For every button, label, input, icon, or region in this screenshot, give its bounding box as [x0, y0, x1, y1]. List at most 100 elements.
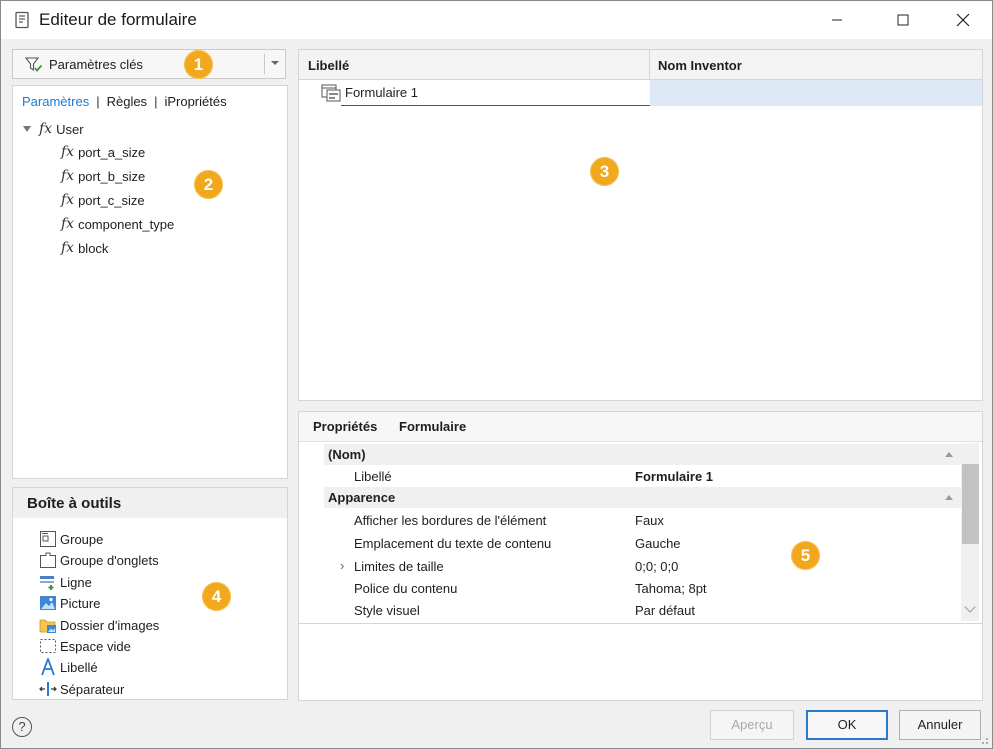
callout-badge-3: 3 [590, 157, 619, 186]
toolbox-panel: Boîte à outils Groupe Groupe d'onglets L… [12, 487, 288, 700]
column-header-nom-inventor[interactable]: Nom Inventor [658, 58, 742, 73]
callout-badge-5: 5 [791, 541, 820, 570]
column-divider [649, 50, 650, 79]
property-name: Libellé [354, 469, 392, 484]
tool-libelle[interactable]: Libellé [39, 658, 98, 676]
tab-regles[interactable]: Règles [107, 94, 147, 109]
tree-item[interactable]: fx component_type [61, 216, 174, 232]
scroll-down-icon[interactable] [964, 601, 976, 613]
property-name: Emplacement du texte de contenu [354, 536, 552, 551]
tab-divider: | [154, 94, 158, 109]
tool-ligne[interactable]: Ligne [39, 573, 92, 591]
title-bar: Editeur de formulaire [1, 1, 992, 39]
function-icon: fx [39, 121, 53, 137]
controls-grid: Libellé Nom Inventor Formulaire 1 [298, 49, 983, 401]
property-name: Police du contenu [354, 581, 458, 596]
property-value[interactable]: Faux [635, 513, 664, 528]
ok-button[interactable]: OK [806, 710, 888, 740]
tree-item-label: port_a_size [78, 144, 146, 160]
category-nom[interactable]: (Nom) [324, 444, 961, 465]
cancel-button[interactable]: Annuler [899, 710, 981, 740]
tool-dossier-images[interactable]: Dossier d'images [39, 616, 159, 634]
function-icon: fx [61, 168, 75, 184]
function-icon: fx [61, 216, 75, 232]
tool-label: Espace vide [60, 638, 131, 654]
maximize-button[interactable] [880, 1, 926, 39]
collapse-icon[interactable] [945, 452, 953, 457]
category-label: (Nom) [328, 447, 366, 462]
tree-item[interactable]: fx block [61, 240, 108, 256]
resize-grip-icon[interactable] [979, 735, 989, 745]
filter-icon [25, 57, 43, 72]
property-row[interactable]: › Limites de taille 0;0; 0;0 [324, 555, 961, 577]
property-value[interactable]: Formulaire 1 [635, 469, 713, 484]
property-row[interactable]: Style visuel Par défaut [324, 599, 961, 621]
tree-root-user[interactable]: fx User [23, 121, 84, 137]
tree-item[interactable]: fx port_a_size [61, 144, 145, 160]
property-name: Afficher les bordures de l'élément [354, 513, 547, 528]
collapse-icon[interactable] [945, 495, 953, 500]
tree-item[interactable]: fx port_b_size [61, 168, 145, 184]
chevron-down-icon[interactable] [271, 61, 279, 65]
preview-button[interactable]: Aperçu [710, 710, 794, 740]
chevron-right-icon[interactable]: › [340, 558, 344, 573]
function-icon: fx [61, 240, 75, 256]
tree-item-label: port_b_size [78, 168, 146, 184]
property-row[interactable]: Afficher les bordures de l'élément Faux [324, 509, 961, 531]
tree-item[interactable]: fx port_c_size [61, 192, 145, 208]
tree-root-label: User [56, 121, 84, 137]
maximize-icon [897, 14, 909, 26]
parameters-tabs: Paramètres | Règles | iPropriétés [22, 94, 227, 109]
property-value[interactable]: Gauche [635, 536, 681, 551]
splitter-icon [39, 680, 57, 698]
row-underline [341, 105, 650, 106]
label-icon [39, 658, 57, 676]
tree-item-label: block [78, 240, 109, 256]
toolbox-title: Boîte à outils [27, 495, 122, 512]
window-title: Editeur de formulaire [39, 10, 197, 29]
tool-groupe[interactable]: Groupe [39, 530, 103, 548]
help-icon: ? [18, 719, 26, 734]
close-icon [956, 13, 970, 27]
tool-label: Dossier d'images [60, 617, 160, 633]
category-apparence[interactable]: Apparence [324, 487, 961, 508]
callout-badge-2: 2 [194, 170, 223, 199]
properties-panel: Propriétés Formulaire (Nom) Libellé Form… [298, 411, 983, 701]
scrollbar-thumb[interactable] [962, 464, 979, 544]
expand-triangle-icon[interactable] [23, 126, 31, 132]
toolbox-header: Boîte à outils [13, 488, 287, 518]
description-divider [299, 623, 982, 624]
property-value[interactable]: Par défaut [635, 603, 695, 618]
table-row[interactable]: Formulaire 1 [299, 80, 982, 106]
minimize-icon [832, 19, 842, 21]
minimize-button[interactable] [814, 1, 860, 39]
property-row[interactable]: Emplacement du texte de contenu Gauche [324, 532, 961, 554]
filter-dropdown[interactable]: Paramètres clés [12, 49, 286, 79]
property-value[interactable]: Tahoma; 8pt [635, 581, 707, 596]
tab-parametres[interactable]: Paramètres [22, 94, 89, 109]
dropdown-divider [264, 54, 265, 74]
function-icon: fx [61, 192, 75, 208]
empty-space-icon [39, 637, 57, 655]
properties-scrollbar[interactable] [961, 443, 979, 621]
inventor-name-cell[interactable] [650, 80, 982, 106]
tab-divider: | [96, 94, 100, 109]
tool-label: Libellé [60, 659, 98, 675]
tool-espace-vide[interactable]: Espace vide [39, 637, 131, 655]
row-icon [39, 573, 57, 591]
property-row-libelle[interactable]: Libellé Formulaire 1 [324, 465, 961, 487]
tool-groupe-onglets[interactable]: Groupe d'onglets [39, 551, 159, 569]
column-header-libelle[interactable]: Libellé [308, 58, 349, 73]
property-value[interactable]: 0;0; 0;0 [635, 559, 678, 574]
tab-iproprietes[interactable]: iPropriétés [164, 94, 226, 109]
help-button[interactable]: ? [12, 717, 32, 737]
tool-separateur[interactable]: Séparateur [39, 680, 124, 698]
property-row[interactable]: Police du contenu Tahoma; 8pt [324, 577, 961, 599]
tool-label: Picture [60, 595, 101, 611]
tool-picture[interactable]: Picture [39, 594, 100, 612]
tab-group-icon [39, 551, 57, 569]
tree-item-label: component_type [78, 216, 175, 232]
form-icon [321, 84, 341, 102]
tree-item-label: port_c_size [78, 192, 145, 208]
close-button[interactable] [940, 1, 986, 39]
